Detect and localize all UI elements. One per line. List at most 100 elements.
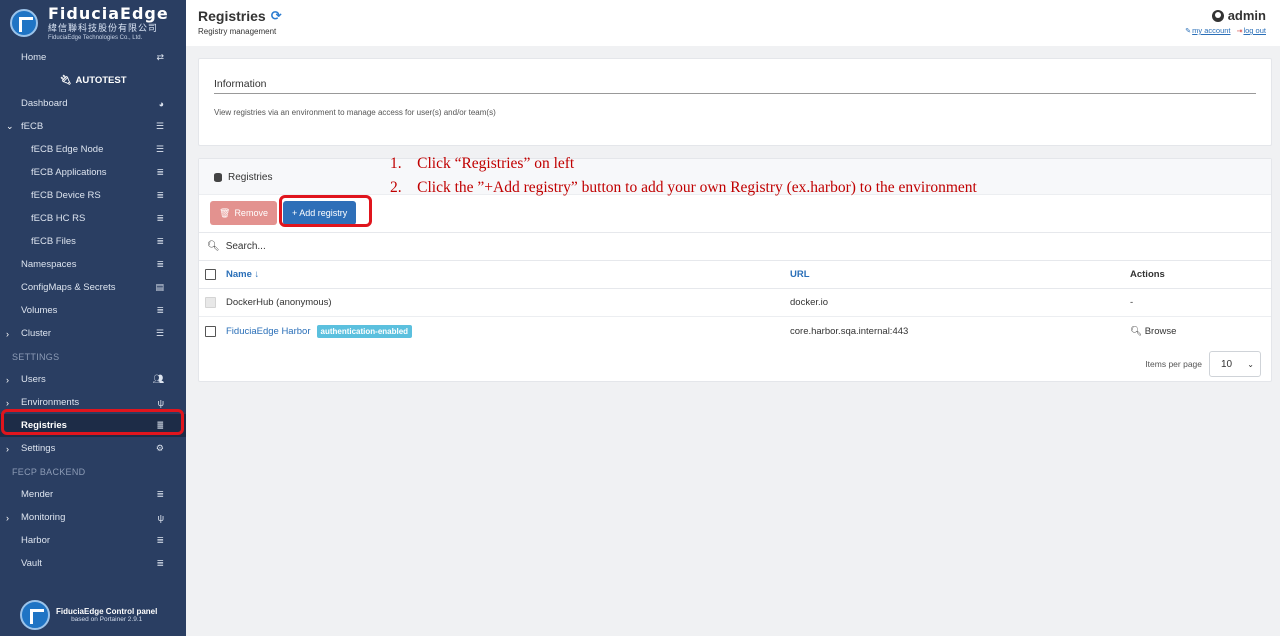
chevron-right-icon: › <box>6 443 9 454</box>
sidebar-item-namespaces[interactable]: Namespaces ≣ <box>0 253 186 276</box>
sidebar-item-home[interactable]: Home ⇄ <box>0 46 186 69</box>
information-title: Information <box>214 78 267 90</box>
remove-button[interactable]: 🗑︎ Remove <box>210 201 277 225</box>
pagination: Items per page 10 ⌄ <box>1145 351 1261 377</box>
sidebar-item-configmaps-secrets[interactable]: ConfigMaps & Secrets ▤ <box>0 276 186 299</box>
table-row: FiduciaEdge Harbor authentication-enabled… <box>199 317 1271 345</box>
sidebar-item-fecb-edge-node[interactable]: fECB Edge Node ☰ <box>0 138 186 161</box>
registries-panel-title: Registries <box>214 172 272 183</box>
chevron-right-icon: › <box>6 512 9 523</box>
sidebar-footer: FiduciaEdge Control panel based on Porta… <box>20 600 157 630</box>
sidebar-item-dashboard[interactable]: Dashboard ◕ <box>0 92 186 115</box>
browse-link[interactable]: 🔍︎ Browse <box>1130 326 1176 337</box>
sidebar-item-label: Harbor <box>21 535 51 546</box>
sidebar-item-cluster[interactable]: › Cluster ☰ <box>0 322 186 345</box>
sidebar-item-label: fECB Device RS <box>31 190 101 201</box>
my-account-link[interactable]: my account <box>1192 26 1230 35</box>
chevron-down-icon: ⌄ <box>1247 359 1254 369</box>
layers-icon: ≣ <box>156 259 164 269</box>
file-icon: ▤ <box>155 282 164 292</box>
sidebar-item-volumes[interactable]: Volumes ≣ <box>0 299 186 322</box>
log-out-link[interactable]: log out <box>1243 26 1266 35</box>
database-icon: ≣ <box>156 167 164 177</box>
sidebar-item-mender[interactable]: Mender ≣ <box>0 483 186 506</box>
sidebar-item-label: Users <box>21 374 46 385</box>
page-header: Registries ⟳ Registry management admin ✎… <box>186 0 1280 46</box>
sidebar-item-harbor[interactable]: Harbor ≣ <box>0 529 186 552</box>
sidebar-item-monitoring[interactable]: › Monitoring ψ <box>0 506 186 529</box>
database-icon: ≣ <box>156 213 164 223</box>
chevron-right-icon: › <box>6 397 9 408</box>
table-header-row: Name ↓ URL Actions <box>199 261 1271 289</box>
users-icon: 👥︎ <box>152 374 164 384</box>
select-all-checkbox[interactable] <box>205 269 216 280</box>
sidebar-item-fecb-device-rs[interactable]: fECB Device RS ≣ <box>0 184 186 207</box>
information-text: View registries via an environment to ma… <box>214 108 496 117</box>
sidebar-item-vault[interactable]: Vault ≣ <box>0 552 186 575</box>
items-per-page-label: Items per page <box>1145 359 1202 369</box>
sidebar-item-label: Settings <box>21 443 56 454</box>
sidebar-item-label: Monitoring <box>21 512 66 523</box>
auth-badge: authentication-enabled <box>316 324 413 338</box>
database-icon: ≣ <box>156 236 164 246</box>
column-header-actions: Actions <box>1130 269 1165 280</box>
registry-url: docker.io <box>790 297 829 308</box>
sidebar-item-label: Volumes <box>21 305 58 316</box>
switch-icon[interactable]: ⇄ <box>156 52 164 63</box>
refresh-icon[interactable]: ⟳ <box>271 8 282 24</box>
sidebar-item-label: fECB <box>21 121 44 132</box>
sidebar-item-users[interactable]: › Users 👥︎ <box>0 368 186 391</box>
sidebar-item-label: Dashboard <box>21 98 68 109</box>
row-checkbox[interactable] <box>205 325 216 337</box>
annotation-step-2: 2. Click the ”+Add registry” button to a… <box>390 179 977 196</box>
backend-section-header: FECP BACKEND <box>12 466 86 477</box>
table-row: DockerHub (anonymous) docker.io - <box>199 289 1271 317</box>
page-title: Registries ⟳ <box>198 8 282 24</box>
tachometer-icon: ◕ <box>158 98 164 109</box>
sidebar-item-label: ConfigMaps & Secrets <box>21 282 116 293</box>
column-header-url[interactable]: URL <box>790 269 810 280</box>
plug-icon: 🔌︎ <box>59 75 72 86</box>
sidebar-item-fecb-files[interactable]: fECB Files ≣ <box>0 230 186 253</box>
search-input[interactable] <box>225 241 626 252</box>
footer-version: based on Portainer 2.9.1 <box>71 615 143 623</box>
plug-icon: ψ <box>157 397 164 408</box>
sidebar-item-label: Cluster <box>21 328 52 339</box>
sidebar-item-label: fECB HC RS <box>31 213 86 224</box>
annotation-step-1: 1. Click “Registries” on left <box>390 155 575 172</box>
user-box: admin ✎my account ⇥log out <box>1185 8 1266 35</box>
brand-name-cn: 緯信聯科技股份有限公司 <box>48 22 159 33</box>
sidebar-item-fecb[interactable]: ⌄ fECB ☰ <box>0 115 186 138</box>
column-header-name[interactable]: Name ↓ <box>226 269 259 280</box>
fiduciaedge-logo-icon <box>10 9 38 37</box>
plug-icon: ψ <box>157 512 164 523</box>
information-divider <box>214 93 1256 94</box>
sidebar-item-fecb-applications[interactable]: fECB Applications ≣ <box>0 161 186 184</box>
row-checkbox <box>205 297 216 308</box>
registry-name-link[interactable]: FiduciaEdge Harbor <box>226 326 311 337</box>
registry-action: - <box>1130 297 1134 308</box>
wrench-icon: ✎ <box>1185 28 1192 35</box>
footer-title: FiduciaEdge Control panel <box>56 606 158 616</box>
sidebar-item-label: Mender <box>21 489 54 500</box>
page-subtitle: Registry management <box>198 27 277 36</box>
database-icon: ≣ <box>156 558 164 568</box>
registry-name: DockerHub (anonymous) <box>226 297 332 308</box>
database-icon: ≣ <box>156 489 164 499</box>
hdd-icon: ≣ <box>156 305 164 315</box>
registry-name-cell: FiduciaEdge Harbor authentication-enabled <box>226 324 413 338</box>
cogs-icon: ⚙ <box>155 443 164 453</box>
database-icon <box>214 173 222 182</box>
sidebar-item-label: fECB Applications <box>31 167 107 178</box>
sidebar-item-fecb-hc-rs[interactable]: fECB HC RS ≣ <box>0 207 186 230</box>
sign-out-icon: ⇥ <box>1236 28 1243 35</box>
brand[interactable]: FiduciaEdge 緯信聯科技股份有限公司 FiduciaEdge Tech… <box>0 0 186 46</box>
items-per-page-select[interactable]: 10 ⌄ <box>1209 351 1261 377</box>
sidebar-environment-name: 🔌︎ AUTOTEST <box>59 75 127 86</box>
sidebar-item-settings[interactable]: › Settings ⚙ <box>0 437 186 460</box>
registries-highlight-outline <box>1 409 184 435</box>
chevron-right-icon: › <box>6 374 9 385</box>
sidebar-item-label: Home <box>21 52 47 63</box>
chevron-right-icon: › <box>6 328 9 339</box>
brand-name-en: FiduciaEdge Technologies Co., Ltd. <box>48 34 143 41</box>
